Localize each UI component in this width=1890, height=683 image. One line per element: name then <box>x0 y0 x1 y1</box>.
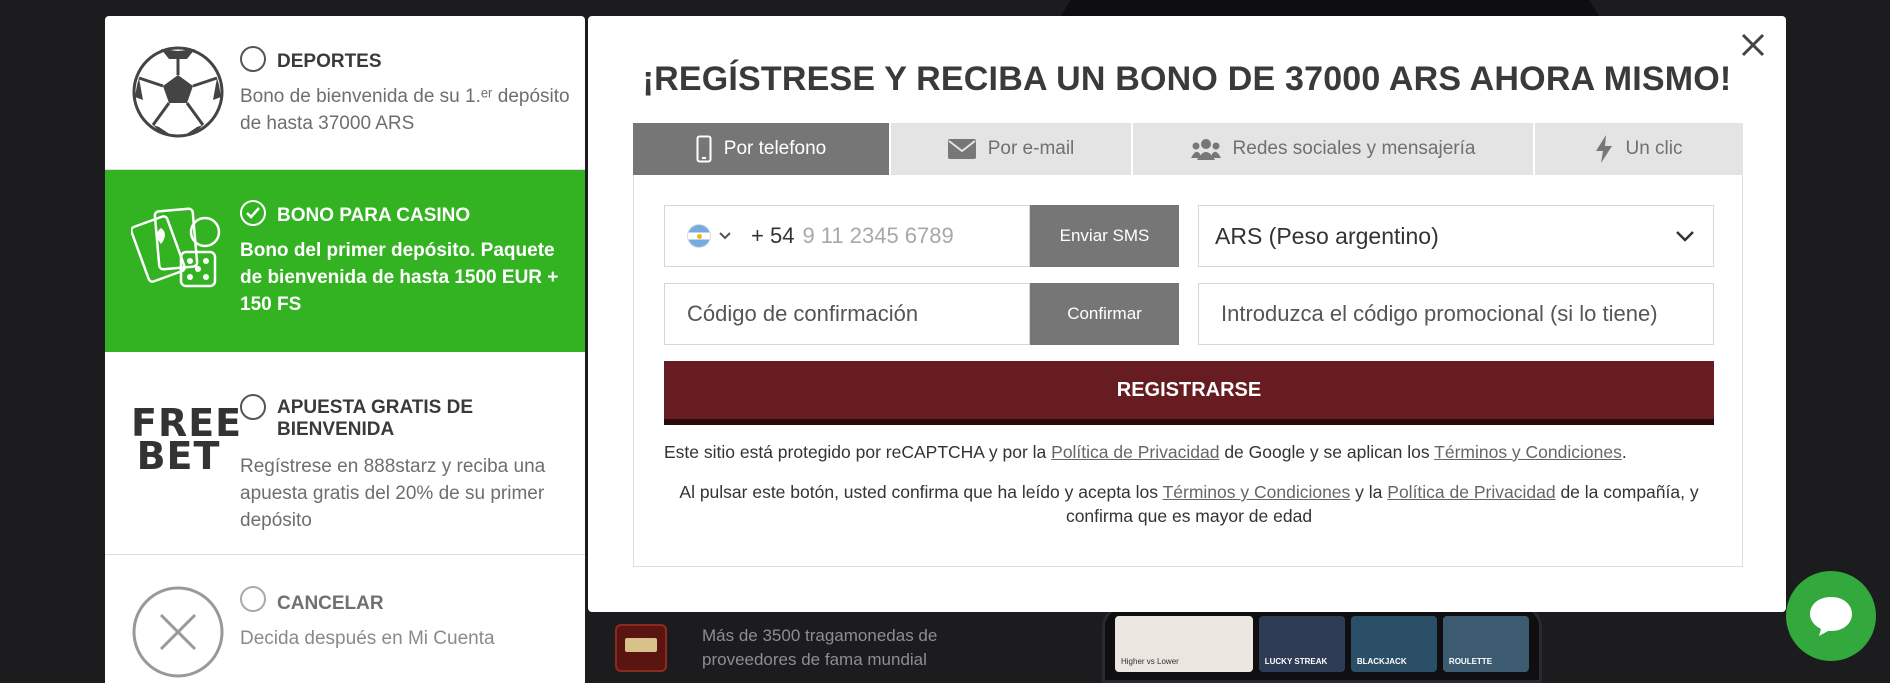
register-button[interactable]: REGISTRARSE <box>664 361 1714 425</box>
radio-button[interactable] <box>240 394 266 420</box>
chat-bubble-icon <box>1810 597 1852 636</box>
game-tile: BLACKJACK <box>1350 616 1437 672</box>
bonus-description: Bono del primer depósito. Paquete de bie… <box>240 240 559 315</box>
slots-promo-text: Más de 3500 tragamonedas de proveedores … <box>702 625 938 669</box>
bonus-title: CANCELAR <box>277 593 384 614</box>
bonus-title: BONO PARA CASINO <box>277 205 471 226</box>
bonus-option-casino[interactable]: BONO PARA CASINO Bono del primer depósit… <box>105 170 585 352</box>
legal-text: Este sitio está protegido por reCAPTCHA … <box>664 442 1047 462</box>
game-tile-label: Higher vs Lower <box>1121 657 1179 666</box>
close-icon[interactable] <box>1738 30 1768 60</box>
lightning-icon <box>1596 135 1613 163</box>
phone-input[interactable] <box>802 223 1003 249</box>
promo-code-field <box>1198 283 1714 345</box>
free-bet-logo-line: BET <box>136 434 221 478</box>
game-tile: ROULETTE <box>1442 616 1530 672</box>
currency-select[interactable]: ARS (Peso argentino) <box>1198 205 1714 267</box>
legal-text: . <box>1621 442 1627 462</box>
game-tile: Higher vs Lower <box>1115 616 1253 672</box>
radio-button[interactable] <box>240 586 266 612</box>
terms-link[interactable]: Términos y Condiciones <box>1434 442 1622 462</box>
smartphone-icon <box>696 135 712 163</box>
registration-modal: ¡REGÍSTRESE Y RECIBA UN BONO DE 37000 AR… <box>588 16 1786 612</box>
phone-field: + 54 <box>664 205 1030 267</box>
free-bet-logo: FREE BET <box>131 404 241 478</box>
checkmark-icon <box>246 207 260 219</box>
chevron-down-icon[interactable] <box>719 232 731 240</box>
tab-email[interactable]: Por e-mail <box>891 123 1133 175</box>
promo-code-input[interactable] <box>1199 284 1713 344</box>
legal-text: de la compañía, y confirma que es mayor … <box>1065 482 1699 526</box>
game-tile: LUCKY STREAK <box>1258 616 1345 672</box>
bonus-title: DEPORTES <box>277 51 382 72</box>
radio-button-selected[interactable] <box>240 200 266 226</box>
live-chat-button[interactable] <box>1786 571 1876 661</box>
legal-text: Al pulsar este botón, usted confirma que… <box>679 482 1159 502</box>
confirmation-code-field <box>664 283 1030 345</box>
registration-form: + 54 Enviar SMS ARS (Peso argentino) Con… <box>633 175 1743 567</box>
bonus-option-cancel[interactable]: CANCELAR Decida después en Mi Cuenta <box>105 555 585 683</box>
bonus-option-sports[interactable]: DEPORTES Bono de bienvenida de su 1.ᵉʳ d… <box>105 16 585 170</box>
game-tile-label: ROULETTE <box>1448 657 1493 666</box>
game-tile-label: LUCKY STREAK <box>1264 657 1328 666</box>
game-tile-label: BLACKJACK <box>1356 657 1407 666</box>
consent-notice: Al pulsar este botón, usted confirma que… <box>664 480 1714 528</box>
casino-cards-icon <box>131 207 221 288</box>
legal-text: y la <box>1355 482 1383 502</box>
background-phone-preview: Higher vs Lower LUCKY STREAK BLACKJACK R… <box>1102 605 1542 683</box>
confirm-button[interactable]: Confirmar <box>1030 283 1179 345</box>
tab-label: Redes sociales y mensajería <box>1232 138 1476 159</box>
chevron-down-icon <box>1676 231 1694 242</box>
tab-one-click[interactable]: Un clic <box>1535 123 1743 175</box>
privacy-policy-link[interactable]: Política de Privacidad <box>1051 442 1219 462</box>
tab-phone[interactable]: Por telefono <box>633 123 891 175</box>
bonus-description: Decida después en Mi Cuenta <box>240 628 495 649</box>
registration-tabs: Por telefono Por e-mail Redes sociales y… <box>633 123 1743 175</box>
tab-label: Un clic <box>1625 138 1683 159</box>
terms-link[interactable]: Términos y Condiciones <box>1163 482 1351 502</box>
slot-machine-icon <box>615 623 667 672</box>
bonus-description: Bono de bienvenida de su 1.ᵉʳ depósito d… <box>240 86 570 134</box>
privacy-policy-link[interactable]: Política de Privacidad <box>1387 482 1555 502</box>
cancel-x-icon <box>132 586 224 678</box>
tab-label: Por telefono <box>723 138 827 159</box>
users-icon <box>1190 139 1221 160</box>
tab-label: Por e-mail <box>987 138 1075 159</box>
argentina-flag-icon[interactable] <box>687 224 711 248</box>
phone-country-code: + 54 <box>751 223 795 248</box>
envelope-icon <box>947 139 976 159</box>
soccer-ball-icon <box>132 46 224 138</box>
recaptcha-notice: Este sitio está protegido por reCAPTCHA … <box>664 440 1714 464</box>
bonus-option-freebet[interactable]: FREE BET APUESTA GRATIS DE BIENVENIDA Re… <box>105 352 585 555</box>
tab-social[interactable]: Redes sociales y mensajería <box>1133 123 1535 175</box>
legal-text: de Google y se aplican los <box>1224 442 1430 462</box>
currency-value: ARS (Peso argentino) <box>1215 222 1439 249</box>
bonus-title: APUESTA GRATIS DE BIENVENIDA <box>277 397 473 440</box>
bonus-selection-panel: DEPORTES Bono de bienvenida de su 1.ᵉʳ d… <box>105 16 585 683</box>
modal-title: ¡REGÍSTRESE Y RECIBA UN BONO DE 37000 AR… <box>642 60 1732 98</box>
bonus-description: Regístrese en 888starz y reciba una apue… <box>240 456 546 531</box>
confirmation-code-input[interactable] <box>665 284 1029 344</box>
send-sms-button[interactable]: Enviar SMS <box>1030 205 1179 267</box>
radio-button[interactable] <box>240 46 266 72</box>
